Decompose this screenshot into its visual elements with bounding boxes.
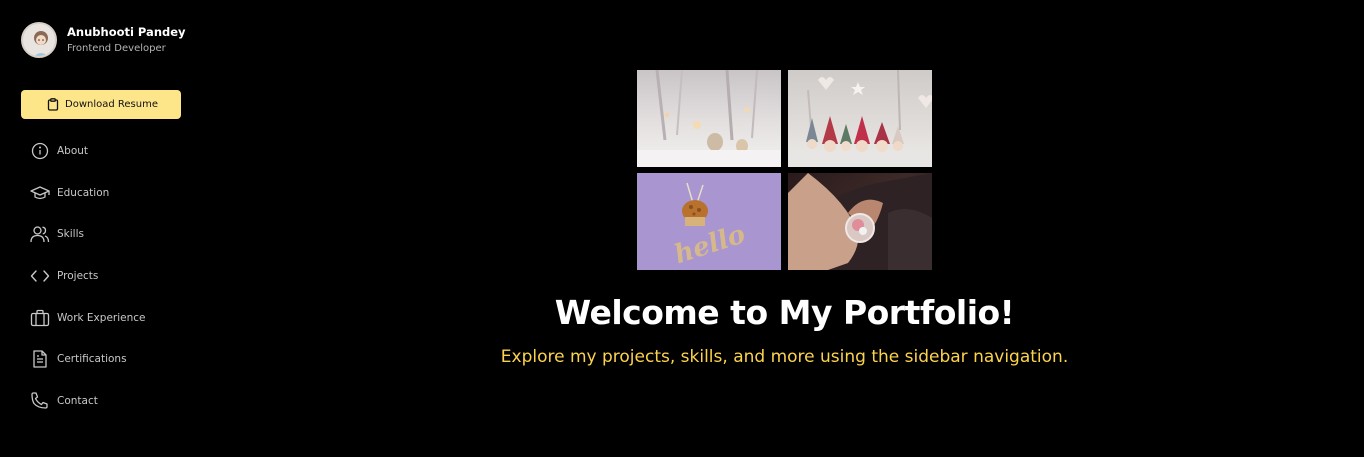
gnome-figurines-photo [788, 70, 932, 167]
users-icon [30, 224, 50, 244]
phone-icon [30, 391, 50, 411]
graduation-cap-icon [30, 183, 50, 203]
download-resume-label: Download Resume [65, 99, 158, 110]
sidebar-nav: About Education Skills Projects Work Exp… [30, 141, 145, 433]
profile-name: Anubhooti Pandey [67, 24, 186, 39]
sidebar-item-label: Projects [57, 270, 99, 283]
hello-sign-photo: hello [637, 173, 781, 270]
sidebar-item-about[interactable]: About [30, 141, 145, 161]
sidebar-item-work-experience[interactable]: Work Experience [30, 308, 145, 328]
sidebar-item-label: Work Experience [57, 311, 146, 324]
sidebar: Anubhooti Pandey Frontend Developer Down… [0, 0, 205, 457]
sidebar-item-label: Skills [57, 228, 84, 241]
code-icon [30, 266, 50, 286]
document-icon [30, 349, 50, 369]
sidebar-item-projects[interactable]: Projects [30, 266, 145, 286]
clipboard-icon [47, 98, 59, 114]
main-content: hello Welcome to My Portfolio! Explore m… [205, 0, 1364, 457]
winter-figurine-photo [637, 70, 781, 167]
page-subtitle: Explore my projects, skills, and more us… [500, 347, 1069, 367]
photo-gallery: hello [637, 70, 933, 270]
profile-role: Frontend Developer [67, 42, 166, 54]
profile-header: Anubhooti Pandey Frontend Developer [21, 22, 186, 58]
download-resume-button[interactable]: Download Resume [21, 90, 181, 119]
sidebar-item-label: Contact [57, 395, 98, 408]
sidebar-item-education[interactable]: Education [30, 183, 145, 203]
sidebar-item-contact[interactable]: Contact [30, 391, 145, 411]
info-icon [30, 141, 50, 161]
sidebar-item-label: Education [57, 186, 110, 199]
sidebar-item-label: Certifications [57, 353, 127, 366]
sidebar-item-certifications[interactable]: Certifications [30, 349, 145, 369]
hello-photo-text: hello [671, 219, 749, 270]
sidebar-item-label: About [57, 145, 89, 157]
sidebar-item-skills[interactable]: Skills [30, 224, 145, 244]
page-title: Welcome to My Portfolio! [554, 293, 1015, 332]
briefcase-icon [30, 308, 50, 328]
hand-ring-photo [788, 173, 932, 270]
avatar [21, 22, 57, 58]
